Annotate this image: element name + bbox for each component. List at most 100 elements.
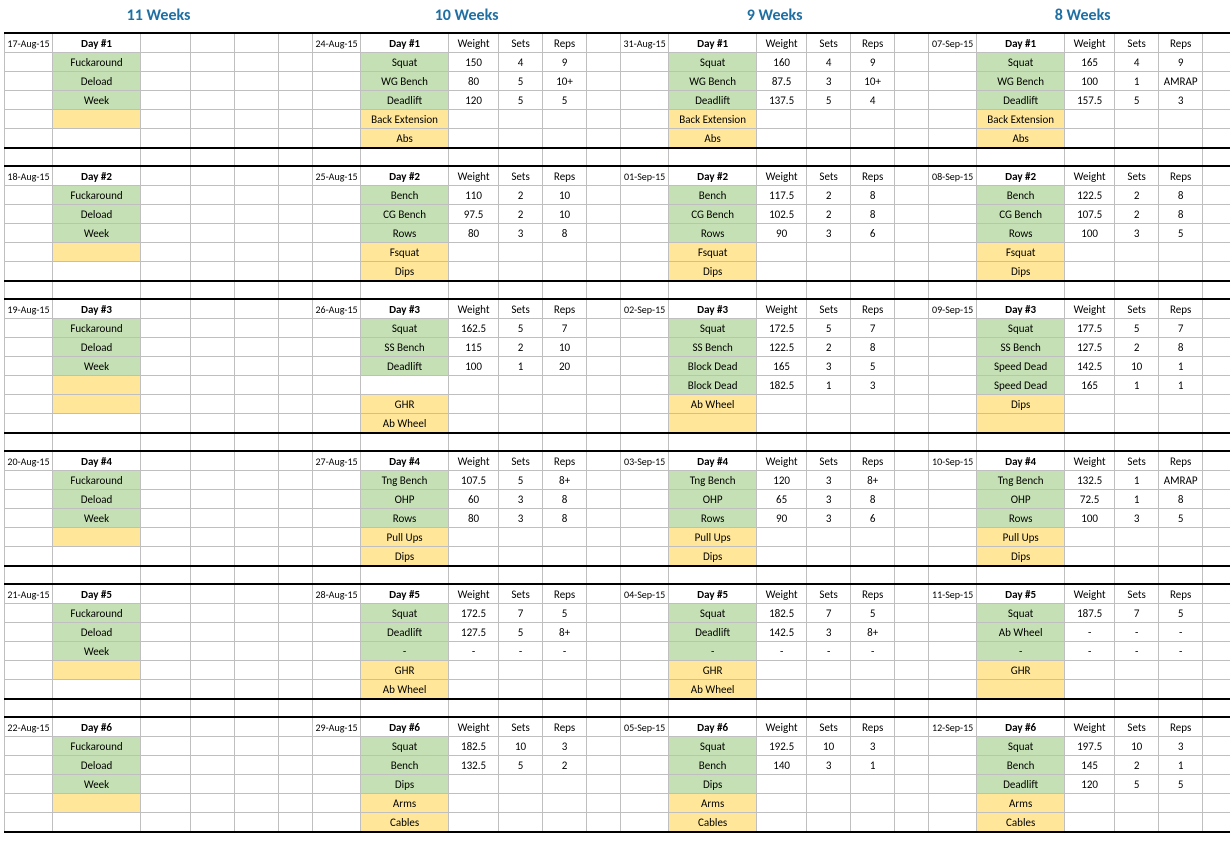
deload-text: Fuckaround — [53, 53, 141, 72]
week-title: 11 Weeks — [5, 4, 313, 29]
exercise-name: Deadlift — [977, 775, 1065, 794]
deload-text: Deload — [53, 72, 141, 91]
day-header: Day #6 — [361, 717, 449, 737]
accessory-name — [977, 680, 1065, 700]
accessory-name: Ab Wheel — [669, 395, 757, 414]
accessory-name: Abs — [977, 129, 1065, 149]
accessory-name: Pull Ups — [977, 528, 1065, 547]
exercise-name: Squat — [669, 737, 757, 756]
deload-text: Deload — [53, 205, 141, 224]
exercise-name: Squat — [361, 737, 449, 756]
exercise-name: SS Bench — [361, 338, 449, 357]
exercise-name: - — [361, 642, 449, 661]
deload-text: Week — [53, 509, 141, 528]
accessory-name: Back Extension — [361, 110, 449, 129]
accessory-name: Dips — [977, 395, 1065, 414]
exercise-name: Speed Dead — [977, 357, 1065, 376]
exercise-name: SS Bench — [977, 338, 1065, 357]
exercise-name: CG Bench — [977, 205, 1065, 224]
day-header: Day #4 — [361, 451, 449, 471]
accessory-name: Dips — [669, 547, 757, 567]
exercise-name: Rows — [669, 224, 757, 243]
accessory-name: Ab Wheel — [669, 680, 757, 700]
day-header: Day #6 — [669, 717, 757, 737]
accessory-name: Back Extension — [977, 110, 1065, 129]
accessory-name: Arms — [977, 794, 1065, 813]
deload-text: Week — [53, 224, 141, 243]
exercise-name: OHP — [977, 490, 1065, 509]
accessory-name: Abs — [669, 129, 757, 149]
accessory-name: Fsquat — [977, 243, 1065, 262]
accessory-name: Pull Ups — [361, 528, 449, 547]
day-header: Day #2 — [53, 166, 141, 186]
week-title: 9 Weeks — [621, 4, 929, 29]
day-header: Day #2 — [669, 166, 757, 186]
deload-text: Fuckaround — [53, 186, 141, 205]
exercise-name: Tng Bench — [669, 471, 757, 490]
day-header: Day #1 — [669, 33, 757, 53]
exercise-name: Tng Bench — [977, 471, 1065, 490]
exercise-name: Rows — [361, 224, 449, 243]
exercise-name: Squat — [361, 604, 449, 623]
deload-text: Deload — [53, 623, 141, 642]
accessory-name: GHR — [361, 661, 449, 680]
exercise-name: Bench — [977, 756, 1065, 775]
day-header: Day #3 — [361, 299, 449, 319]
deload-text: Deload — [53, 338, 141, 357]
day-header: Day #4 — [977, 451, 1065, 471]
exercise-name: Deadlift — [361, 623, 449, 642]
accessory-name: Dips — [361, 262, 449, 282]
accessory-name: Fsquat — [669, 243, 757, 262]
exercise-name: Bench — [361, 186, 449, 205]
deload-text: Fuckaround — [53, 604, 141, 623]
accessory-name: Arms — [361, 794, 449, 813]
accessory-name: Ab Wheel — [361, 414, 449, 434]
day-header: Day #4 — [669, 451, 757, 471]
exercise-name: OHP — [361, 490, 449, 509]
exercise-name: Squat — [669, 604, 757, 623]
day-header: Day #5 — [977, 584, 1065, 604]
accessory-name: Dips — [669, 262, 757, 282]
accessory-name: Cables — [361, 813, 449, 833]
workout-spreadsheet: 11 Weeks10 Weeks9 Weeks8 Weeks17-Aug-15D… — [4, 4, 1230, 833]
accessory-name: Dips — [977, 262, 1065, 282]
accessory-name — [669, 414, 757, 434]
exercise-name: Block Dead — [669, 357, 757, 376]
exercise-name: Rows — [361, 509, 449, 528]
day-header: Day #3 — [977, 299, 1065, 319]
exercise-name: - — [977, 642, 1065, 661]
accessory-name: Ab Wheel — [361, 680, 449, 700]
deload-text: Week — [53, 357, 141, 376]
day-header: Day #6 — [977, 717, 1065, 737]
accessory-name: Pull Ups — [669, 528, 757, 547]
exercise-name: - — [669, 642, 757, 661]
exercise-name: Deadlift — [977, 91, 1065, 110]
deload-text: Week — [53, 775, 141, 794]
exercise-name: Speed Dead — [977, 376, 1065, 395]
deload-text: Week — [53, 91, 141, 110]
exercise-name: Squat — [361, 319, 449, 338]
exercise-name: WG Bench — [669, 72, 757, 91]
exercise-name: Squat — [361, 53, 449, 72]
accessory-name: Fsquat — [361, 243, 449, 262]
accessory-name: Dips — [977, 547, 1065, 567]
exercise-name: Squat — [977, 604, 1065, 623]
exercise-name: Ab Wheel — [977, 623, 1065, 642]
day-header: Day #5 — [53, 584, 141, 604]
day-header: Day #1 — [977, 33, 1065, 53]
week-title: 10 Weeks — [313, 4, 621, 29]
exercise-name: Bench — [361, 756, 449, 775]
exercise-name: Deadlift — [669, 91, 757, 110]
day-header: Day #2 — [361, 166, 449, 186]
deload-text: Week — [53, 642, 141, 661]
accessory-name: GHR — [977, 661, 1065, 680]
exercise-name: Squat — [669, 53, 757, 72]
deload-text: Deload — [53, 756, 141, 775]
exercise-name: Squat — [977, 53, 1065, 72]
day-header: Day #1 — [53, 33, 141, 53]
exercise-name: Bench — [669, 756, 757, 775]
deload-text: Fuckaround — [53, 737, 141, 756]
exercise-name: Bench — [977, 186, 1065, 205]
exercise-name: Block Dead — [669, 376, 757, 395]
exercise-name: Rows — [977, 509, 1065, 528]
